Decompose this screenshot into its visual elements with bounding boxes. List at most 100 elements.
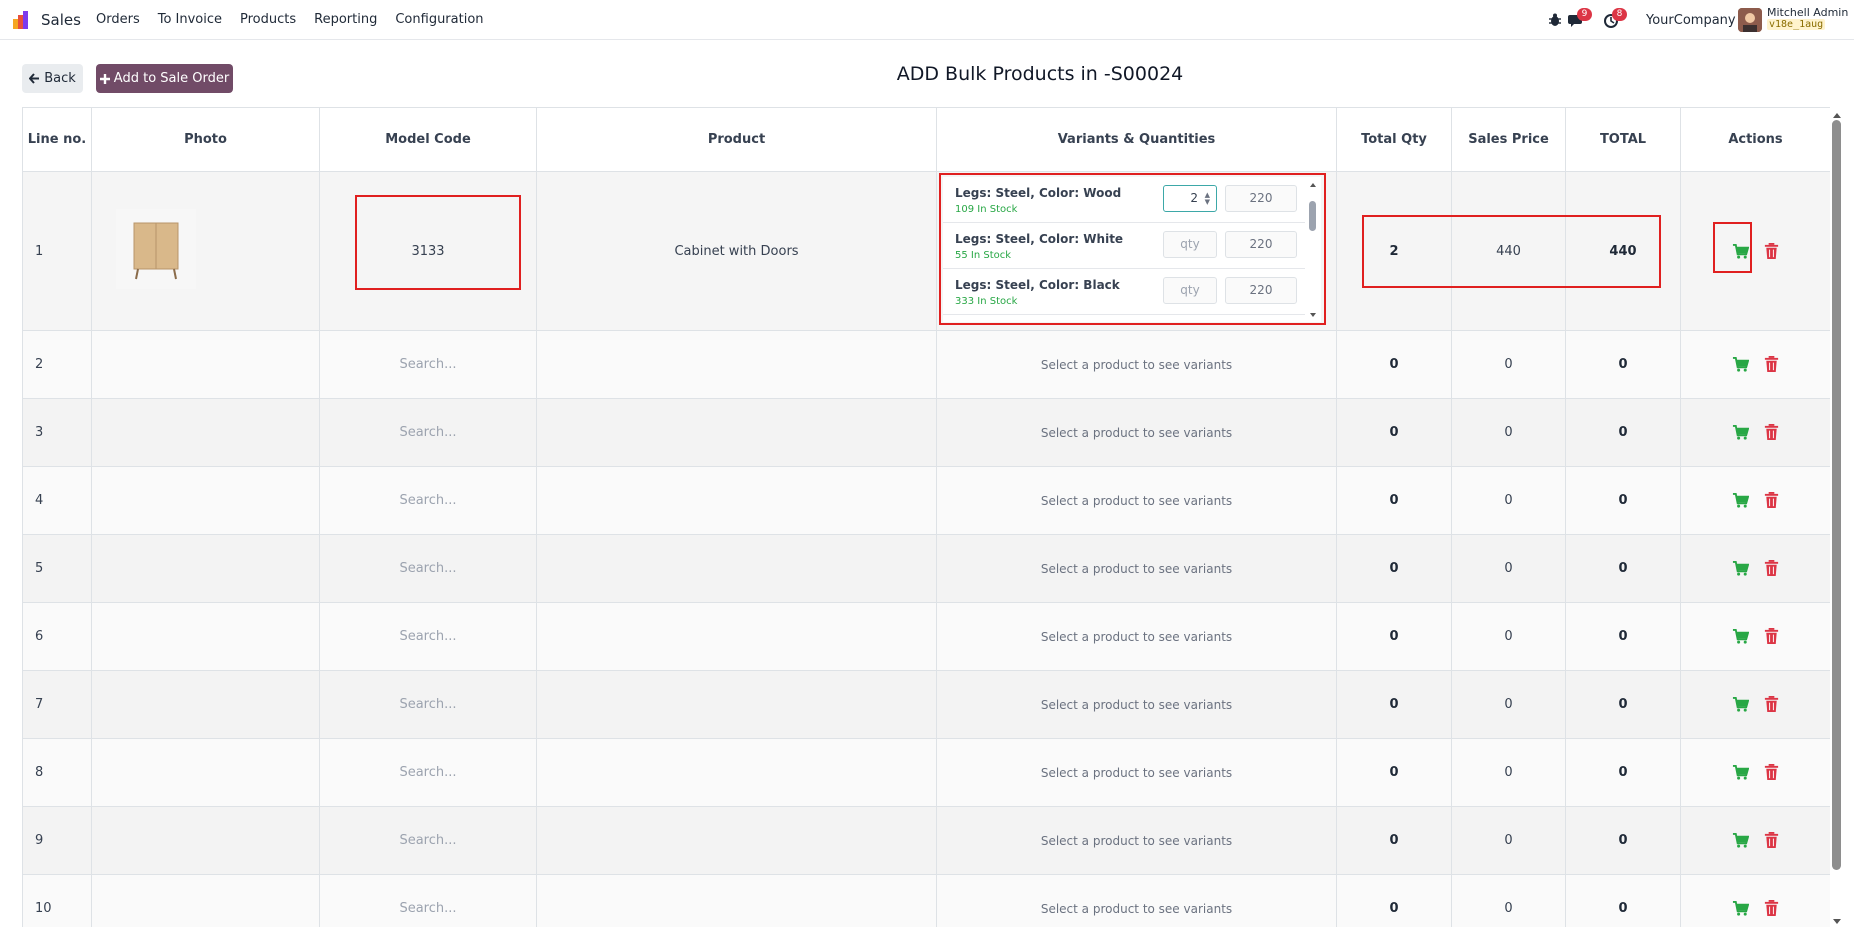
header-line-no: Line no. [22,107,92,172]
table-row: 1 3133 Cabinet with Doors 2 440 440 [22,171,1830,331]
line-total: 0 [1565,398,1681,467]
cart-icon[interactable] [1732,832,1749,849]
sales-app-icon[interactable] [13,11,33,29]
variant-price-input[interactable]: 220 [1225,277,1297,304]
trash-icon[interactable] [1763,832,1780,849]
sales-price: 440 [1451,171,1566,331]
actions-cell [1680,670,1830,739]
model-code-search[interactable]: Search... [319,806,537,875]
header-model-code: Model Code [319,107,537,172]
cart-icon[interactable] [1732,900,1749,917]
variants-panel[interactable]: Legs: Steel, Color: Wood 109 In Stock 2 … [943,177,1321,322]
activities-button[interactable]: 8 [1603,8,1627,29]
table-row: 6 Search... Select a product to see varian… [22,602,1830,671]
trash-icon[interactable] [1763,492,1780,509]
model-code-search[interactable]: Search... [319,466,537,535]
company-switcher[interactable]: YourCompany [1646,13,1736,28]
avatar[interactable] [1738,8,1762,32]
database-name: v18e_1aug [1767,19,1826,30]
table-row: 4 Search... Select a product to see varian… [22,466,1830,535]
variant-name: Legs: Steel, Color: Black [955,278,1120,292]
page-scroll-thumb[interactable] [1832,120,1841,870]
sales-price: 0 [1451,602,1566,671]
user-name[interactable]: Mitchell Admin [1767,6,1848,19]
variant-qty-input[interactable]: 2 ▲ ▼ [1163,185,1217,212]
menu-to-invoice[interactable]: To Invoice [158,12,222,27]
variants-hint: Select a product to see variants [936,330,1337,399]
model-code-cell[interactable]: 3133 [319,171,537,331]
actions-cell [1680,738,1830,807]
line-total: 0 [1565,738,1681,807]
add-to-sale-order-button[interactable]: Add to Sale Order [96,64,233,93]
model-code-search[interactable]: Search... [319,398,537,467]
photo-cell [91,171,320,331]
back-button[interactable]: Back [22,64,83,93]
trash-icon[interactable] [1763,242,1780,260]
actions-cell [1680,330,1830,399]
variant-qty-input[interactable]: qty [1163,231,1217,258]
header-sales-price: Sales Price [1451,107,1566,172]
trash-icon[interactable] [1763,900,1780,917]
model-code-search[interactable]: Search... [319,534,537,603]
messages-button[interactable]: 9 [1568,8,1592,29]
menu-reporting[interactable]: Reporting [314,12,377,27]
cart-icon[interactable] [1732,628,1749,645]
trash-icon[interactable] [1763,696,1780,713]
total-qty: 0 [1336,534,1452,603]
header-total: TOTAL [1565,107,1681,172]
model-code-search[interactable]: Search... [319,670,537,739]
cart-icon[interactable] [1732,696,1749,713]
model-code-search[interactable]: Search... [319,874,537,927]
variant-name: Legs: Steel, Color: White [955,232,1124,246]
cart-icon[interactable] [1732,764,1749,781]
photo-cell [91,602,320,671]
total-qty: 0 [1336,738,1452,807]
variant-name: Legs: Steel, Color: Wood [955,186,1122,200]
total-qty: 0 [1336,602,1452,671]
trash-icon[interactable] [1763,424,1780,441]
product-name [536,874,937,927]
sales-price: 0 [1451,670,1566,739]
trash-icon[interactable] [1763,356,1780,373]
trash-icon[interactable] [1763,560,1780,577]
photo-cell [91,738,320,807]
variants-hint: Select a product to see variants [936,670,1337,739]
menu-orders[interactable]: Orders [96,12,140,27]
variants-scroll-thumb[interactable] [1309,201,1316,231]
total-qty: 0 [1336,670,1452,739]
header-photo: Photo [91,107,320,172]
cart-icon[interactable] [1732,492,1749,509]
table-row: 9 Search... Select a product to see varian… [22,806,1830,875]
actions-cell [1680,534,1830,603]
model-code-search[interactable]: Search... [319,738,537,807]
total-qty: 0 [1336,330,1452,399]
cart-icon[interactable] [1732,424,1749,441]
spinner-icon[interactable]: ▲ ▼ [1205,192,1210,206]
line-number: 9 [22,806,92,875]
product-name [536,670,937,739]
variant-price-input[interactable]: 220 [1225,231,1297,258]
model-code-search[interactable]: Search... [319,330,537,399]
table-header-row: Line no. Photo Model Code Product Varian… [22,107,1830,172]
cart-icon[interactable] [1732,560,1749,577]
cart-icon[interactable] [1732,356,1749,373]
plus-icon [99,73,110,84]
cart-icon[interactable] [1732,243,1749,260]
trash-icon[interactable] [1763,628,1780,645]
product-name [536,738,937,807]
total-qty: 0 [1336,398,1452,467]
menu-configuration[interactable]: Configuration [395,12,483,27]
variant-qty-input[interactable]: qty [1163,277,1217,304]
variant-row: Legs: Steel, Color: White 55 In Stock qt… [943,223,1305,269]
model-code-search[interactable]: Search... [319,602,537,671]
app-name[interactable]: Sales [41,11,81,29]
menu-products[interactable]: Products [240,12,296,27]
total-qty: 2 [1336,171,1452,331]
bug-icon[interactable] [1546,11,1564,29]
product-photo [115,209,196,289]
variant-row: Legs: Steel, Color: Wood 109 In Stock 2 … [943,177,1305,223]
trash-icon[interactable] [1763,764,1780,781]
variant-price-input[interactable]: 220 [1225,185,1297,212]
header-total-qty: Total Qty [1336,107,1452,172]
line-total: 0 [1565,466,1681,535]
